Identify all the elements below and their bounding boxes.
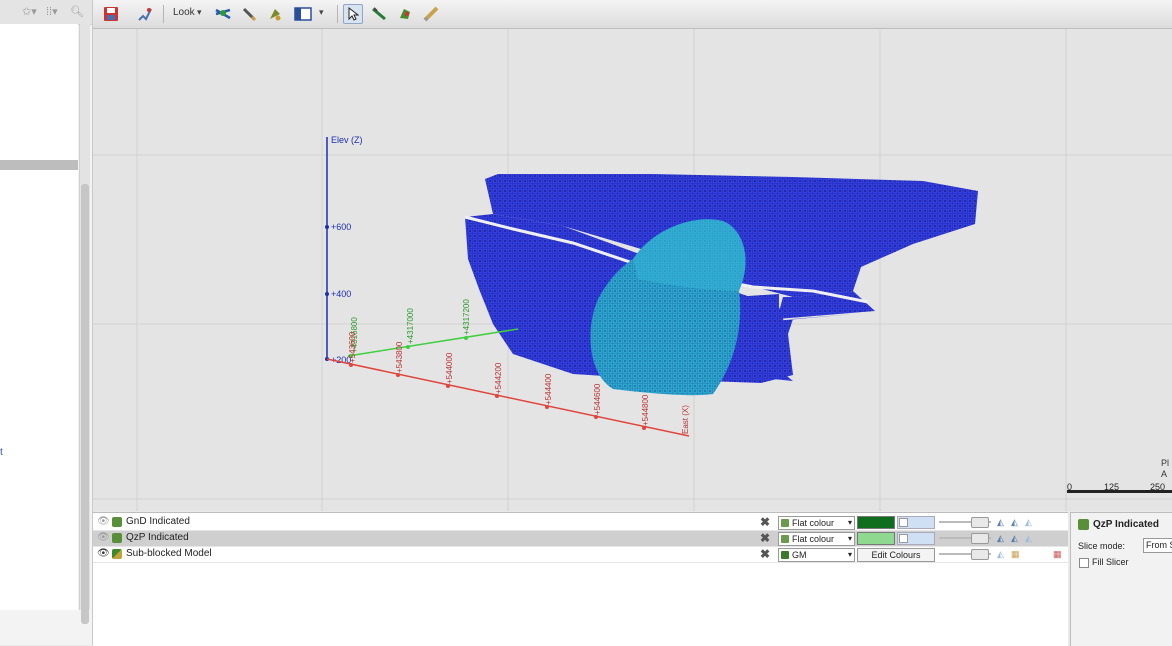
star-icon[interactable]: ✩▾ [22, 5, 37, 18]
chevron-down-icon: ▾ [847, 534, 852, 543]
clip-icon[interactable]: ◭ [1025, 533, 1032, 544]
truncated-link[interactable]: t [0, 447, 3, 458]
scrollbar-thumb[interactable] [81, 184, 89, 624]
backside-checkbox[interactable] [899, 534, 908, 543]
backside-colour-swatch[interactable] [897, 532, 935, 545]
lighting-icon[interactable]: ◭ [997, 533, 1004, 544]
3d-scene-viewport[interactable]: Elev (Z) +600 +400 +200 +4316800 +431700… [93, 29, 1172, 511]
elev-tick-label: +600 [331, 222, 351, 232]
east-tick-label: +544400 [544, 373, 553, 405]
mesh-icon [1078, 519, 1089, 530]
slider-handle[interactable] [971, 517, 989, 528]
look-menu[interactable]: Look [173, 7, 195, 18]
north-tick-label: +4317200 [462, 299, 471, 335]
slice-mode-label: Slice mode: [1078, 541, 1126, 551]
grid-icon[interactable]: ▦ [1011, 549, 1020, 560]
shapes-list: 👁︎ GnD Indicated ✖ Flat colour ▾ ◭ ◭ ◭ 👁… [93, 512, 1068, 646]
lower-tree-panel[interactable] [0, 170, 78, 610]
east-tick-label: +543800 [395, 341, 404, 373]
search-icon[interactable]: 🔍︎ [70, 5, 84, 18]
mesh-icon [112, 533, 122, 543]
draw-tool-icon[interactable] [135, 4, 155, 24]
edit-colours-button[interactable]: Edit Colours [857, 548, 935, 562]
shape-row-gnd-indicated[interactable]: 👁︎ GnD Indicated ✖ Flat colour ▾ ◭ ◭ ◭ [93, 515, 1068, 531]
mesh-icon [112, 517, 122, 527]
shading-icon[interactable]: ◭ [1011, 517, 1018, 528]
chevron-down-icon[interactable]: ▾ [319, 7, 324, 18]
scale-line [1067, 490, 1172, 493]
remove-icon[interactable]: ✖ [760, 547, 770, 561]
fill-slicer-checkbox[interactable] [1079, 558, 1089, 568]
colour-swatch[interactable] [857, 532, 895, 545]
save-scene-icon[interactable] [101, 4, 121, 24]
properties-panel: QzP Indicated Slice mode: From S Fill Sl… [1070, 512, 1172, 646]
shape-name: Sub-blocked Model [126, 548, 212, 559]
chevron-down-icon: ▾ [847, 518, 852, 527]
palette-icon [781, 551, 789, 559]
visibility-eye-icon[interactable]: 👁︎ [97, 516, 110, 527]
elev-axis-title: Elev (Z) [331, 135, 363, 145]
remove-icon[interactable]: ✖ [760, 531, 770, 545]
palette-icon [781, 519, 789, 527]
pencil-icon[interactable] [239, 4, 259, 24]
east-tick-label: +544600 [593, 383, 602, 415]
select-pointer-icon[interactable] [343, 4, 363, 24]
slider-handle[interactable] [971, 549, 989, 560]
block-model-icon [112, 549, 122, 559]
shape-name: GnD Indicated [126, 516, 190, 527]
lighting-icon[interactable]: ◭ [997, 549, 1004, 560]
slice-mode-select[interactable]: From S [1143, 538, 1172, 553]
shading-icon[interactable]: ◭ [1011, 533, 1018, 544]
east-tick-label: +544000 [445, 352, 454, 384]
north-tick-label: +4317000 [406, 308, 415, 344]
chevron-down-icon[interactable]: ▾ [197, 7, 202, 18]
colour-mode-select[interactable]: Flat colour ▾ [778, 532, 855, 546]
shape-row-qzp-indicated[interactable]: 👁︎ QzP Indicated ✖ Flat colour ▾ ◭ ◭ ◭ [93, 531, 1068, 547]
elev-tick-label: +400 [331, 289, 351, 299]
scene-canvas[interactable]: Elev (Z) +600 +400 +200 +4316800 +431700… [93, 29, 1172, 511]
shape-name: QzP Indicated [126, 532, 189, 543]
east-axis-title: East (X) [681, 405, 690, 434]
colour-mode-select[interactable]: GM ▾ [778, 548, 855, 562]
colour-mode-select[interactable]: Flat colour ▾ [778, 516, 855, 530]
panel-splitter[interactable] [0, 160, 78, 170]
surface-tool-icon[interactable] [395, 4, 415, 24]
window-layout-icon[interactable] [293, 4, 313, 24]
project-tree[interactable] [0, 24, 78, 160]
opacity-slider[interactable] [939, 549, 991, 560]
east-tick-label: +544800 [641, 394, 650, 426]
scale-side-text: Pl A [1161, 458, 1170, 479]
vertical-scrollbar[interactable] [79, 24, 90, 624]
clip-icon[interactable]: ◭ [1025, 517, 1032, 528]
chevron-down-icon: ▾ [847, 550, 852, 559]
ruler-icon[interactable] [421, 4, 441, 24]
project-tree-panel: ✩▾ ⁞⁞▾ 🔍︎ t [0, 0, 93, 645]
paint-icon[interactable] [265, 4, 285, 24]
properties-title: QzP Indicated [1093, 519, 1159, 530]
backside-checkbox[interactable] [899, 518, 908, 527]
lighting-icon[interactable]: ◭ [997, 517, 1004, 528]
filter-icon[interactable]: ⁞⁞▾ [46, 5, 58, 18]
opacity-slider[interactable] [939, 533, 991, 544]
project-tree-toolbar: ✩▾ ⁞⁞▾ 🔍︎ [0, 0, 92, 25]
slider-handle[interactable] [971, 533, 989, 544]
colour-swatch[interactable] [857, 516, 895, 529]
opacity-slider[interactable] [939, 517, 991, 528]
plane-tool-icon[interactable] [213, 4, 233, 24]
shape-row-sub-blocked-model[interactable]: 👁︎ Sub-blocked Model ✖ GM ▾ Edit Colours… [93, 547, 1068, 563]
slice-tool-icon[interactable] [369, 4, 389, 24]
fill-slicer-label: Fill Slicer [1092, 557, 1129, 567]
remove-icon[interactable]: ✖ [760, 515, 770, 529]
visibility-eye-icon[interactable]: 👁︎ [97, 532, 110, 543]
scale-bar: 0 125 250 [1067, 473, 1172, 501]
backside-colour-swatch[interactable] [897, 516, 935, 529]
visibility-eye-icon[interactable]: 👁︎ [97, 548, 110, 559]
east-tick-label: +544200 [494, 362, 503, 394]
palette-icon [781, 535, 789, 543]
table-icon[interactable]: ▦ [1053, 549, 1062, 560]
east-tick-label: +543600 [348, 331, 357, 363]
scene-toolbar: Look ▾ ▾ [93, 0, 1172, 29]
